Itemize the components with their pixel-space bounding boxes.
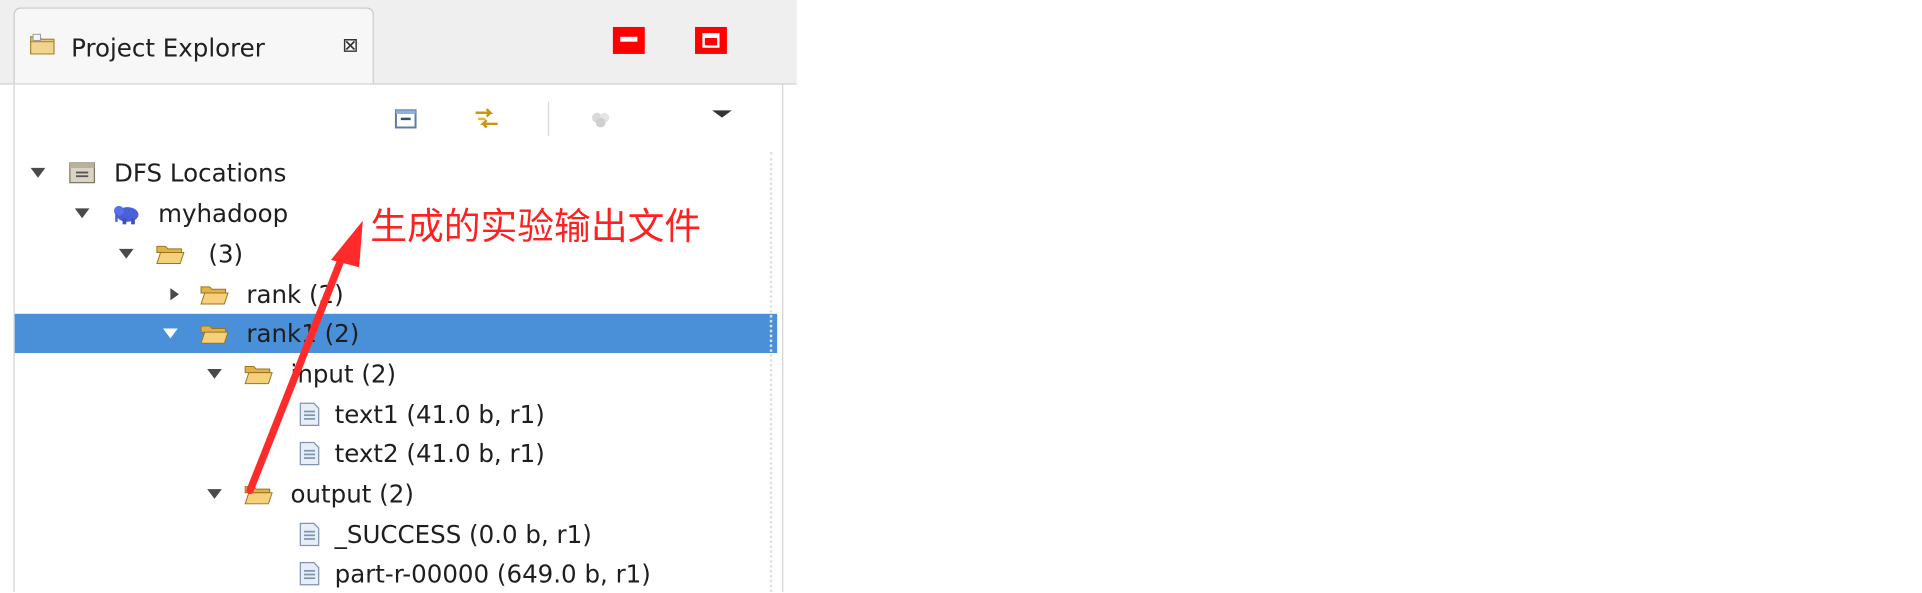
annotation-text: 生成的实验输出文件 [370, 205, 702, 249]
tree-item-label: myhadoop [158, 198, 289, 228]
tree-item-label: rank1 (2) [246, 318, 360, 349]
tree-item-label: output (2) [290, 479, 414, 509]
tree-item-part-r-00000[interactable]: part-r-00000 (649.0 b, r1) [15, 554, 777, 593]
minimize-icon [620, 36, 638, 42]
project-explorer-view: Project Explorer ⊠ DFS Locations myhadoo… [0, 0, 797, 593]
tree-item-success[interactable]: _SUCCESS (0.0 b, r1) [15, 515, 777, 554]
tab-project-explorer[interactable]: Project Explorer ⊠ [13, 7, 374, 84]
tree-item-label: text1 (41.0 b, r1) [334, 399, 545, 430]
folder-open-icon [244, 486, 273, 505]
dfs-locations-icon [69, 162, 95, 184]
folder-open-icon [200, 286, 229, 305]
tree-item-label: input (2) [290, 359, 397, 389]
collapsed-twisty-icon[interactable] [167, 288, 182, 301]
tree-item-label: _SUCCESS (0.0 b, r1) [334, 519, 592, 550]
link-with-editor-icon[interactable] [472, 104, 501, 133]
tree-item-label: rank (2) [246, 279, 344, 309]
tree-item-rank[interactable]: rank (2) [15, 275, 777, 314]
expanded-twisty-icon[interactable] [207, 488, 222, 500]
expanded-twisty-icon[interactable] [30, 167, 46, 179]
project-explorer-icon [30, 33, 55, 55]
folder-open-icon [156, 245, 185, 265]
tree-item-dfs-locations[interactable]: DFS Locations [15, 153, 777, 192]
tree-item-label: DFS Locations [113, 158, 287, 188]
expanded-twisty-icon[interactable] [207, 368, 222, 380]
tree-item-rank1[interactable]: rank1 (2) [14, 313, 778, 354]
view-title: Project Explorer [71, 33, 265, 63]
maximize-icon [702, 33, 720, 48]
tree-item-input[interactable]: input (2) [15, 354, 777, 393]
folder-open-icon [244, 366, 273, 385]
view-menu-icon[interactable] [707, 101, 736, 130]
collapse-all-icon[interactable] [391, 104, 420, 133]
file-icon [299, 562, 320, 586]
expanded-twisty-icon[interactable] [163, 327, 178, 339]
tree-item-text1[interactable]: text1 (41.0 b, r1) [15, 395, 777, 434]
expanded-twisty-icon[interactable] [118, 248, 134, 260]
maximize-button[interactable] [695, 26, 727, 54]
tree-dotted-edge [769, 151, 773, 593]
toolbar-separator [547, 101, 550, 137]
tree-item-text2[interactable]: text2 (41.0 b, r1) [15, 434, 777, 473]
file-icon [299, 522, 320, 547]
view-toolbar [0, 83, 797, 152]
tree-item-label: part-r-00000 (649.0 b, r1) [334, 558, 651, 589]
filters-icon[interactable] [586, 104, 615, 133]
expanded-twisty-icon[interactable] [74, 207, 90, 219]
tree-item-label: text2 (41.0 b, r1) [334, 438, 545, 469]
view-tab-strip: Project Explorer ⊠ [0, 0, 797, 85]
file-icon [299, 441, 320, 466]
tree-item-output[interactable]: output (2) [15, 474, 777, 513]
folder-open-icon [200, 325, 229, 344]
minimize-button[interactable] [612, 26, 645, 54]
hadoop-elephant-icon [113, 205, 139, 225]
close-icon[interactable]: ⊠ [342, 34, 358, 56]
file-icon [299, 402, 320, 426]
tree-item-label: (3) [208, 239, 244, 269]
